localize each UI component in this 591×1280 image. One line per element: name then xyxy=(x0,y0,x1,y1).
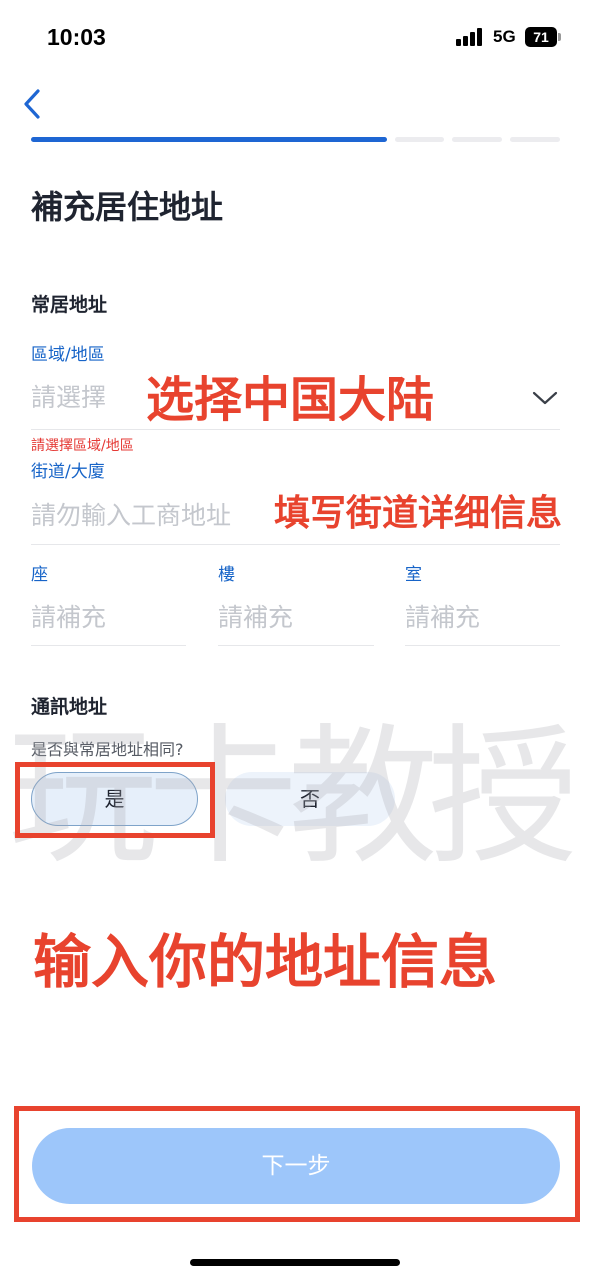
floor-underline xyxy=(218,645,374,646)
chevron-left-icon xyxy=(24,89,40,119)
street-input[interactable]: 請勿輸入工商地址 xyxy=(31,496,231,532)
battery-tip xyxy=(558,33,561,41)
block-input[interactable]: 請補充 xyxy=(31,598,106,634)
highlight-box-yes xyxy=(15,762,215,838)
annotation-region-hint: 选择中国大陆 xyxy=(146,372,435,428)
street-label: 街道/大廈 xyxy=(31,462,105,482)
room-input[interactable]: 請補充 xyxy=(405,598,480,634)
progress-step xyxy=(510,137,560,142)
progress-step-active xyxy=(31,137,387,142)
block-underline xyxy=(31,645,186,646)
street-underline xyxy=(31,544,560,545)
signal-icon xyxy=(456,28,486,46)
home-indicator xyxy=(190,1259,400,1266)
region-dropdown[interactable] xyxy=(530,388,560,408)
section-label-residential: 常居地址 xyxy=(31,294,108,316)
network-type: 5G xyxy=(493,27,516,46)
region-select[interactable]: 請選擇 xyxy=(31,378,106,414)
region-label: 區域/地區 xyxy=(31,345,105,365)
room-underline xyxy=(405,645,560,646)
floor-input[interactable]: 請補充 xyxy=(218,598,293,634)
room-label: 室 xyxy=(405,565,422,585)
next-button[interactable]: 下一步 xyxy=(32,1128,560,1204)
chevron-down-icon xyxy=(532,391,558,405)
region-error: 請選擇區域/地區 xyxy=(31,438,134,454)
status-bar: 10:03 5G 71 xyxy=(0,0,591,74)
progress-step xyxy=(452,137,502,142)
annotation-street-hint: 填写街道详细信息 xyxy=(274,493,563,534)
back-button[interactable] xyxy=(18,86,50,122)
floor-label: 樓 xyxy=(218,565,235,585)
status-time: 10:03 xyxy=(47,24,106,50)
block-label: 座 xyxy=(31,565,48,585)
battery-icon: 71 xyxy=(525,27,557,47)
page-title: 補充居住地址 xyxy=(31,188,224,226)
annotation-main-hint: 输入你的地址信息 xyxy=(33,928,498,996)
progress-step xyxy=(395,137,444,142)
